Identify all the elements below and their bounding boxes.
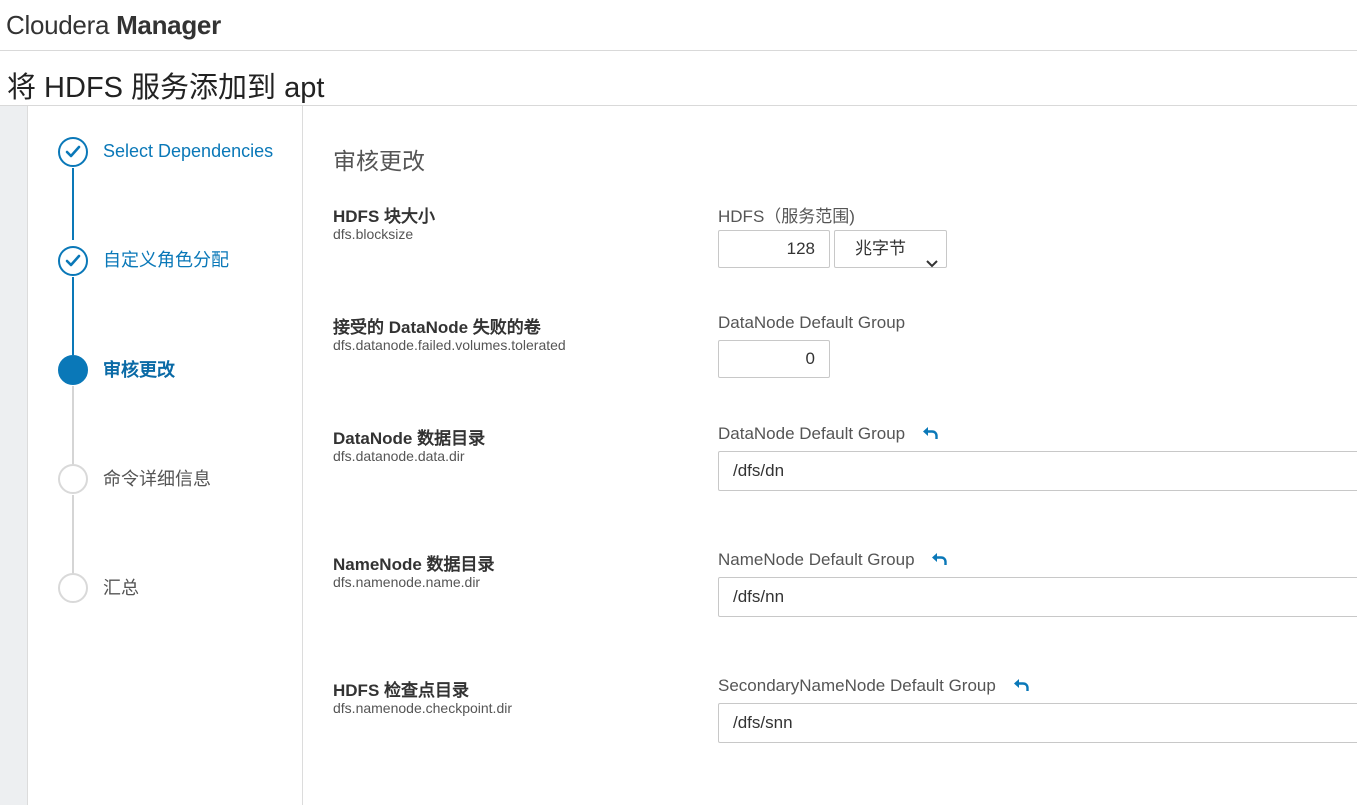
chevron-down-icon [926,245,938,281]
main-content: 审核更改 HDFS 块大小 dfs.blocksize HDFS（服务范围) 1… [303,106,1357,805]
datanode-data-dir-input[interactable]: /dfs/dn [718,451,1357,491]
wizard-step-custom-roles[interactable]: 自定义角色分配 [103,248,293,273]
failed-volumes-input[interactable]: 0 [718,340,830,378]
blocksize-input[interactable]: 128 [718,230,830,268]
property-scope: SecondaryNameNode Default Group [718,676,1029,697]
property-key: dfs.namenode.name.dir [333,574,481,590]
property-scope: NameNode Default Group [718,550,947,571]
property-name: HDFS 检查点目录 [333,681,469,700]
wizard-steps: Select Dependencies 自定义角色分配 审核更改 命令详细信息 … [28,106,303,805]
property-scope-text: DataNode Default Group [718,424,906,443]
page-title: 将 HDFS 服务添加到 apt [7,72,325,104]
top-navbar: Cloudera Manager [0,0,1357,51]
property-name: 接受的 DataNode 失败的卷 [333,318,541,337]
wizard-step-review-changes: 审核更改 [103,360,175,380]
namenode-name-dir-input[interactable]: /dfs/nn [718,577,1357,617]
page-header: 将 HDFS 服务添加到 apt [0,51,1357,106]
step-connector [72,386,74,465]
brand-name-light: Cloudera [6,10,110,40]
undo-arrow-icon[interactable] [931,551,947,571]
section-title: 审核更改 [333,148,425,174]
step-3-current-icon [58,355,88,385]
brand-logo[interactable]: Cloudera Manager [6,10,221,41]
step-connector [72,168,74,240]
property-name: HDFS 块大小 [333,207,435,226]
wizard-step-summary: 汇总 [103,578,139,598]
property-key: dfs.datanode.data.dir [333,448,465,464]
left-gutter [0,106,28,805]
step-connector [72,495,74,574]
property-key: dfs.namenode.checkpoint.dir [333,700,512,716]
property-scope: DataNode Default Group [718,313,906,332]
property-scope: HDFS（服务范围) [718,207,855,226]
property-key: dfs.blocksize [333,226,414,242]
step-4-pending-icon [58,464,88,494]
step-5-pending-icon [58,573,88,603]
checkpoint-dir-input[interactable]: /dfs/snn [718,703,1357,743]
brand-name-bold: Manager [116,10,221,40]
property-scope: DataNode Default Group [718,424,938,445]
wizard-step-command-details: 命令详细信息 [103,469,211,489]
blocksize-unit-select[interactable]: 兆字节 [834,230,947,268]
step-connector [72,277,74,355]
step-1-check-icon [58,137,88,167]
property-scope-text: NameNode Default Group [718,550,915,569]
property-name: NameNode 数据目录 [333,555,495,574]
undo-arrow-icon[interactable] [1013,677,1029,697]
property-key: dfs.datanode.failed.volumes.tolerated [333,337,566,353]
wizard-step-select-dependencies[interactable]: Select Dependencies [103,139,293,164]
property-scope-text: SecondaryNameNode Default Group [718,676,996,695]
unit-select-value: 兆字节 [855,239,906,258]
property-name: DataNode 数据目录 [333,429,486,448]
undo-arrow-icon[interactable] [922,425,938,445]
step-2-check-icon [58,246,88,276]
